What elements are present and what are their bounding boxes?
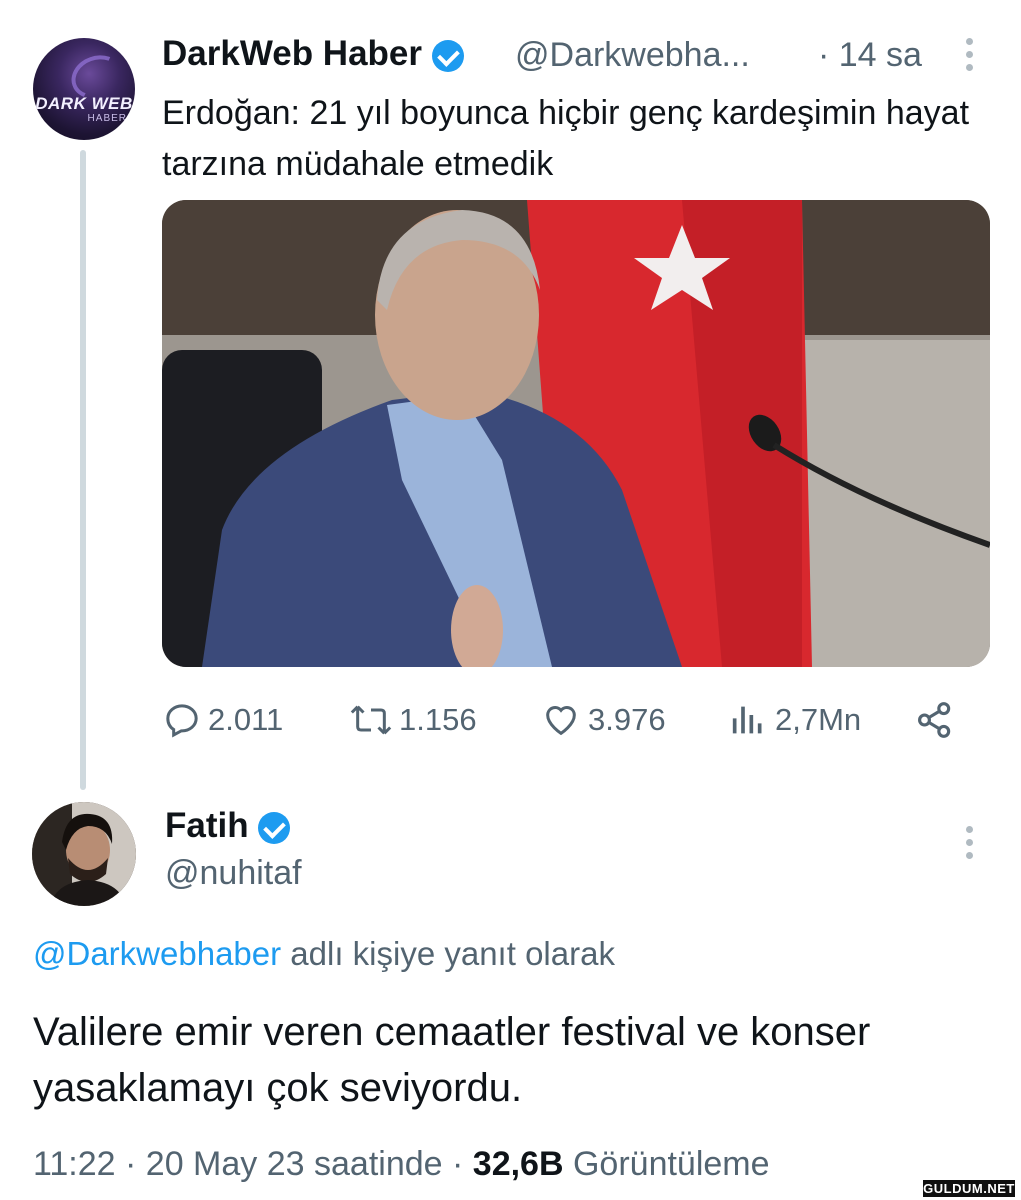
- reply-date[interactable]: 20 May 23 saatinde: [146, 1145, 443, 1183]
- share-button[interactable]: [914, 695, 962, 745]
- reply-count: 2.011: [208, 702, 284, 737]
- reply-time[interactable]: 11:22: [33, 1145, 116, 1183]
- reply-views-label: Görüntüleme: [572, 1145, 770, 1183]
- share-icon: [918, 702, 951, 738]
- avatar-photo: [32, 802, 136, 906]
- retweet-button[interactable]: 1.156: [349, 695, 477, 745]
- avatar-darkweb-haber[interactable]: DARK WEB HABER: [33, 38, 135, 140]
- reply-views-count: 32,6B: [472, 1145, 564, 1183]
- author-name[interactable]: Fatih: [165, 806, 249, 845]
- retweet-count: 1.156: [399, 702, 477, 737]
- author-name-row: DarkWeb Haber: [162, 34, 464, 74]
- reply-text: Valilere emir veren cemaatler festival v…: [33, 1010, 871, 1110]
- tweet-meta: 11:22 · 20 May 23 saatinde · 32,6B Görün…: [33, 1145, 770, 1183]
- reply-context: @Darkwebhaber adlı kişiye yanıt olarak: [33, 935, 615, 973]
- tweet-timestamp[interactable]: · 14 sa: [818, 36, 922, 75]
- avatar-logo-subtext: HABER: [87, 113, 127, 124]
- tweet-action-bar: 2.011 1.156 3.976 2,7Mn: [162, 695, 962, 745]
- site-watermark: GULDUM.NET: [923, 1180, 1015, 1197]
- thread-connector-line: [80, 150, 86, 790]
- avatar-logo-text: DARK WEB: [35, 94, 133, 113]
- verified-badge-icon: [431, 39, 464, 72]
- verified-badge-icon: [258, 811, 291, 844]
- reply-to-link[interactable]: @Darkwebhaber: [33, 935, 281, 972]
- like-button[interactable]: 3.976: [540, 695, 666, 745]
- author-name[interactable]: DarkWeb Haber: [162, 34, 422, 73]
- retweet-icon: [350, 705, 392, 735]
- author-handle[interactable]: @Darkwebha...: [515, 36, 750, 75]
- views-button[interactable]: 2,7Mn: [727, 695, 861, 745]
- more-icon[interactable]: [964, 38, 974, 78]
- author-handle[interactable]: @nuhitaf: [165, 854, 302, 893]
- like-icon: [546, 706, 576, 736]
- reply-icon: [166, 704, 198, 738]
- photo-illustration: [162, 200, 990, 667]
- reply-to-suffix: adlı kişiye yanıt olarak: [281, 935, 615, 972]
- more-icon[interactable]: [964, 826, 974, 866]
- author-name-row: Fatih: [165, 806, 291, 846]
- views-count: 2,7Mn: [775, 702, 862, 737]
- reply-button[interactable]: 2.011: [162, 695, 283, 745]
- like-count: 3.976: [588, 702, 666, 737]
- tweet-photo[interactable]: [162, 200, 990, 667]
- tweet-text: Erdoğan: 21 yıl boyunca hiçbir genç kard…: [162, 94, 970, 183]
- avatar-fatih[interactable]: [32, 802, 136, 906]
- views-icon: [732, 706, 762, 734]
